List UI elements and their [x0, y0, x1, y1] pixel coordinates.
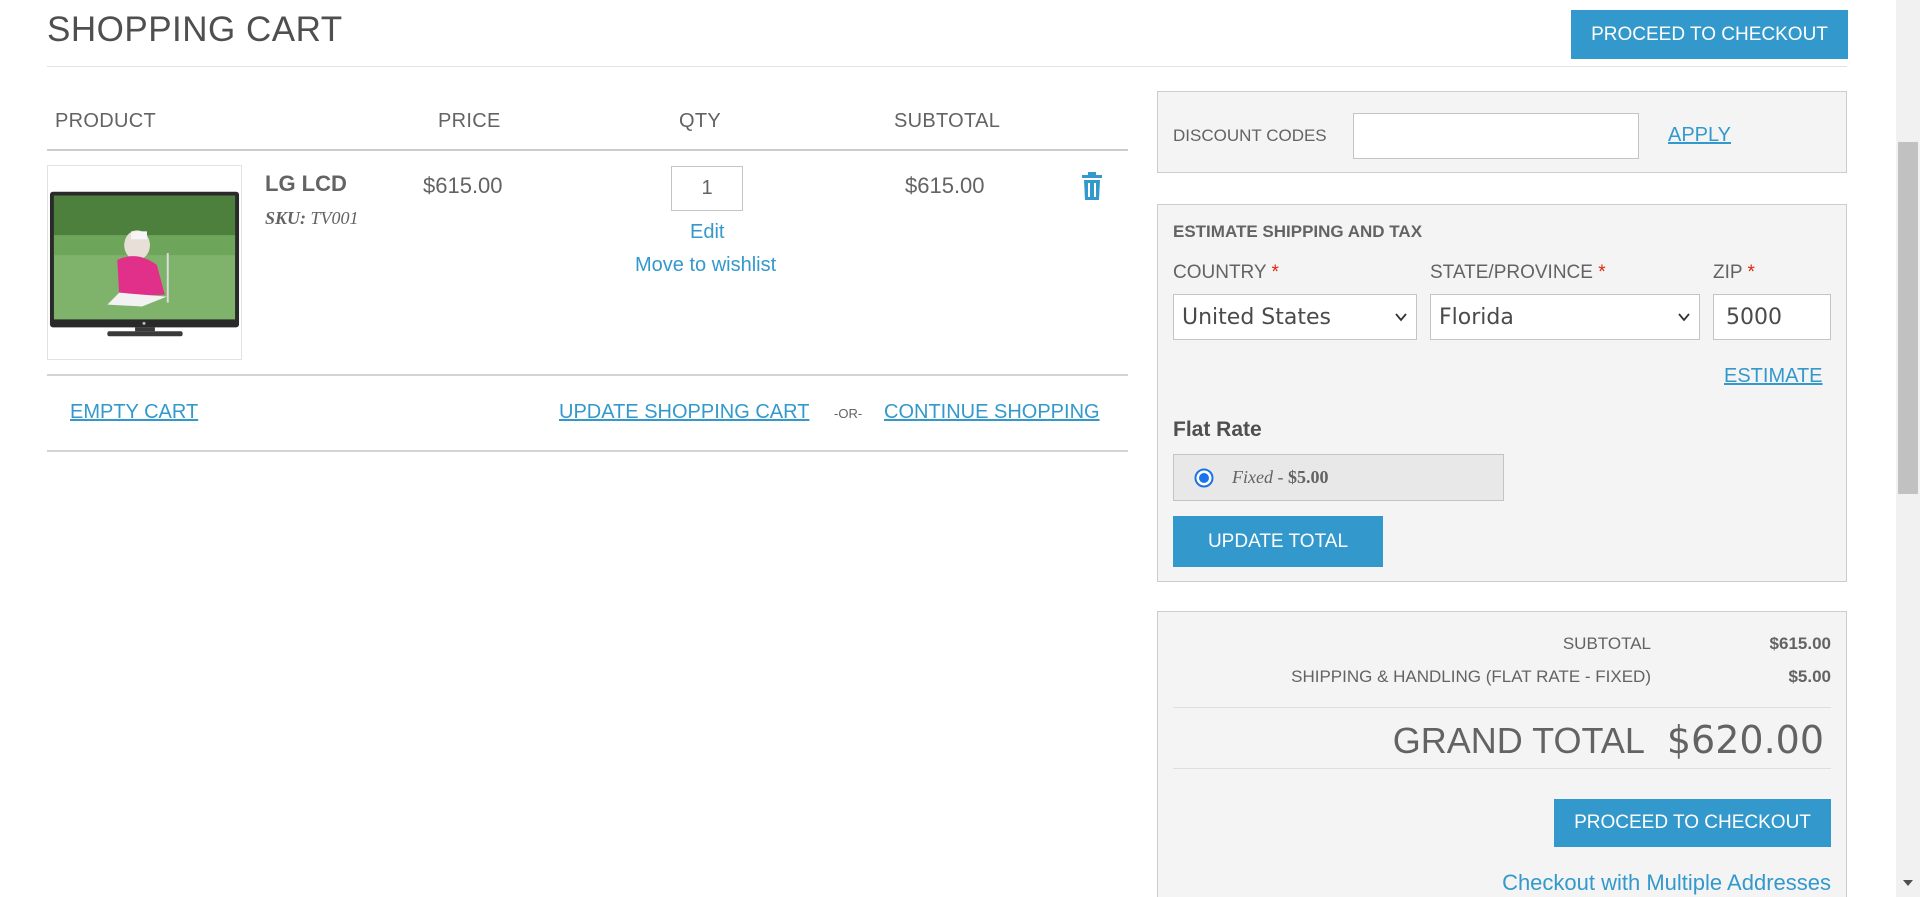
state-select-value: Florida	[1439, 304, 1514, 330]
grand-total-value: $620.00	[1666, 718, 1824, 762]
quantity-input[interactable]	[671, 166, 743, 211]
column-header-qty: QTY	[679, 110, 722, 132]
zip-label-text: ZIP	[1713, 262, 1743, 283]
required-marker: *	[1747, 262, 1755, 283]
trash-icon[interactable]	[1080, 171, 1104, 201]
table-row: LG LCD SKU: TV001 $615.00 Edit Move to w…	[47, 151, 1128, 376]
update-shopping-cart-link[interactable]: UPDATE SHOPPING CART	[559, 401, 809, 424]
country-label: COUNTRY *	[1173, 262, 1279, 284]
update-total-button[interactable]: UPDATE TOTAL	[1173, 516, 1383, 567]
zip-input[interactable]: 5000	[1713, 294, 1831, 340]
product-name[interactable]: LG LCD	[265, 171, 347, 197]
grand-total-label: GRAND TOTAL	[1392, 720, 1645, 761]
subtotal-row: SUBTOTAL $615.00	[1563, 634, 1831, 654]
cart-table-header: PRODUCT PRICE QTY SUBTOTAL	[47, 95, 1128, 151]
totals-divider	[1173, 768, 1831, 769]
flat-rate-title: Flat Rate	[1173, 418, 1262, 441]
shipping-row: SHIPPING & HANDLING (FLAT RATE - FIXED) …	[1291, 667, 1831, 687]
column-header-product: PRODUCT	[55, 110, 156, 132]
page-title: SHOPPING CART	[47, 10, 343, 49]
move-to-wishlist-link[interactable]: Move to wishlist	[635, 254, 776, 277]
rate-separator: -	[1272, 467, 1288, 487]
edit-item-link[interactable]: Edit	[690, 221, 724, 244]
country-label-text: COUNTRY	[1173, 262, 1267, 283]
radio-selected-icon[interactable]	[1194, 468, 1214, 488]
cart-actions: EMPTY CART UPDATE SHOPPING CART -OR- CON…	[47, 376, 1128, 452]
scroll-down-arrow-icon[interactable]	[1902, 878, 1914, 888]
chevron-down-icon	[1395, 313, 1407, 322]
empty-cart-link[interactable]: EMPTY CART	[70, 401, 198, 424]
totals-divider	[1173, 707, 1831, 708]
state-province-select[interactable]: Florida	[1430, 294, 1700, 340]
item-subtotal: $615.00	[905, 173, 985, 198]
estimate-shipping-panel: ESTIMATE SHIPPING AND TAX COUNTRY * STAT…	[1157, 204, 1847, 582]
scrollbar-thumb[interactable]	[1898, 142, 1918, 494]
country-select-value: United States	[1182, 304, 1331, 330]
column-header-subtotal: SUBTOTAL	[894, 110, 1001, 132]
country-select[interactable]: United States	[1173, 294, 1417, 340]
required-marker: *	[1598, 262, 1606, 283]
zip-label: ZIP *	[1713, 262, 1755, 284]
state-label-text: STATE/PROVINCE	[1430, 262, 1593, 283]
proceed-to-checkout-button-bottom[interactable]: PROCEED TO CHECKOUT	[1554, 799, 1831, 847]
sku-value: TV001	[310, 208, 359, 228]
subtotal-label: SUBTOTAL	[1562, 634, 1651, 653]
cart-totals-panel: SUBTOTAL $615.00 SHIPPING & HANDLING (FL…	[1157, 611, 1847, 897]
product-sku: SKU: TV001	[265, 208, 359, 229]
item-price: $615.00	[423, 173, 503, 198]
cart-table: PRODUCT PRICE QTY SUBTOTAL LG LCD SKU: T…	[47, 95, 1128, 452]
shipping-rate-option[interactable]: Fixed - $5.00	[1173, 454, 1504, 501]
product-image[interactable]	[47, 165, 242, 360]
page-scrollbar[interactable]	[1896, 0, 1920, 897]
zip-input-value: 5000	[1726, 304, 1782, 330]
shipping-rate-label: Fixed - $5.00	[1232, 467, 1328, 488]
apply-discount-link[interactable]: APPLY	[1668, 124, 1731, 147]
grand-total-row: GRAND TOTAL $620.00	[1393, 718, 1824, 762]
discount-codes-label: DISCOUNT CODES	[1173, 126, 1327, 145]
sku-label: SKU:	[265, 208, 307, 228]
tv-product-thumbnail	[48, 166, 241, 359]
estimate-link[interactable]: ESTIMATE	[1724, 365, 1823, 388]
chevron-down-icon	[1678, 313, 1690, 322]
rate-method: Fixed	[1232, 467, 1273, 487]
or-separator: -OR-	[834, 406, 863, 421]
continue-shopping-link[interactable]: CONTINUE SHOPPING	[884, 401, 1100, 424]
shipping-handling-value: $5.00	[1788, 667, 1831, 686]
shipping-handling-label: SHIPPING & HANDLING (FLAT RATE - FIXED)	[1291, 667, 1651, 686]
subtotal-value: $615.00	[1769, 634, 1831, 653]
state-label: STATE/PROVINCE *	[1430, 262, 1606, 284]
required-marker: *	[1271, 262, 1279, 283]
proceed-to-checkout-button-top[interactable]: PROCEED TO CHECKOUT	[1571, 10, 1848, 59]
estimate-shipping-title: ESTIMATE SHIPPING AND TAX	[1173, 222, 1423, 241]
header-divider	[47, 66, 1847, 67]
column-header-price: PRICE	[438, 110, 501, 132]
shopping-cart-page: SHOPPING CART PROCEED TO CHECKOUT PRODUC…	[0, 0, 1896, 897]
checkout-multiple-addresses-link[interactable]: Checkout with Multiple Addresses	[1502, 870, 1831, 896]
discount-codes-panel: DISCOUNT CODES APPLY	[1157, 91, 1847, 173]
rate-price: $5.00	[1287, 467, 1329, 487]
discount-code-input[interactable]	[1353, 113, 1639, 159]
